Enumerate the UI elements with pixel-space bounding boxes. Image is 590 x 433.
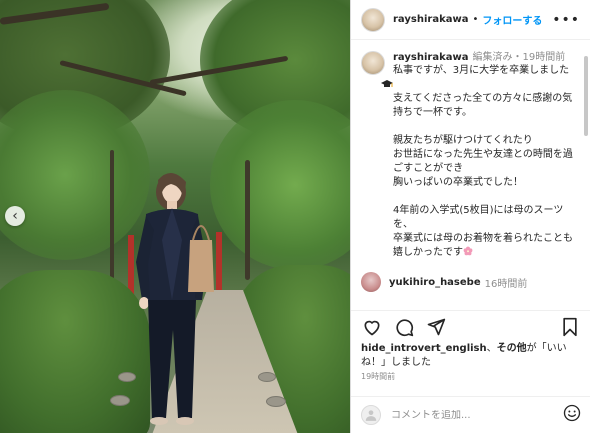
likes-user[interactable]: hide_introvert_english bbox=[361, 343, 487, 354]
comment-button[interactable] bbox=[393, 316, 415, 338]
caption-username[interactable]: rayshirakawa bbox=[393, 52, 468, 63]
caption-meta: 編集済み・19時間前 bbox=[472, 52, 566, 63]
comment-time: 16時間前 bbox=[484, 278, 528, 290]
emoji-icon bbox=[563, 404, 581, 422]
likes-others[interactable]: その他 bbox=[497, 343, 527, 354]
share-button[interactable] bbox=[425, 316, 447, 338]
more-options-icon[interactable]: ••• bbox=[552, 12, 580, 28]
follow-button[interactable]: フォローする bbox=[482, 12, 542, 27]
post-timestamp[interactable]: 19時間前 bbox=[361, 371, 395, 382]
commenter-avatar bbox=[361, 405, 381, 425]
avatar[interactable] bbox=[361, 7, 385, 32]
caption-header: rayshirakawa 編集済み・19時間前 bbox=[393, 51, 577, 64]
scrollbar[interactable] bbox=[584, 56, 588, 136]
graduation-cap-emoji bbox=[381, 80, 393, 87]
likes-summary: hide_introvert_english、その他が「いいね！」しました bbox=[361, 342, 585, 370]
comment-item: yukihiro_hasebe 16時間前 bbox=[361, 272, 577, 292]
person-figure bbox=[136, 172, 214, 425]
save-button[interactable] bbox=[559, 316, 581, 338]
action-bar bbox=[351, 310, 590, 342]
comment-username[interactable]: yukihiro_hasebe bbox=[389, 277, 481, 288]
cherry-blossom-emoji bbox=[463, 246, 473, 256]
heart-icon bbox=[364, 320, 380, 335]
caption-text-body: 私事ですが、3月に大学を卒業しました 支えてくださった全ての方々に感謝の気持ちで… bbox=[393, 65, 573, 258]
share-icon bbox=[427, 318, 446, 335]
comment-icon bbox=[396, 318, 414, 336]
comment-composer bbox=[351, 396, 590, 433]
likes-joiner: 、 bbox=[486, 343, 497, 354]
caption-text: 私事ですが、3月に大学を卒業しました 支えてくださった全ての方々に感謝の気持ちで… bbox=[393, 64, 577, 260]
user-icon bbox=[365, 410, 377, 421]
avatar[interactable] bbox=[361, 272, 381, 292]
comment-input[interactable] bbox=[391, 409, 563, 421]
bookmark-icon bbox=[563, 317, 577, 336]
post-header: rayshirakawa • フォローする ••• bbox=[351, 0, 590, 40]
post-photo[interactable]: ‹ bbox=[0, 0, 350, 433]
avatar[interactable] bbox=[361, 51, 385, 75]
caption-body: rayshirakawa 編集済み・19時間前 私事ですが、3月に大学を卒業しまし… bbox=[393, 51, 577, 260]
separator-dot: • bbox=[472, 14, 479, 25]
header-username[interactable]: rayshirakawa bbox=[393, 14, 468, 25]
caption: rayshirakawa 編集済み・19時間前 私事ですが、3月に大学を卒業しまし… bbox=[361, 51, 577, 260]
post-sidebar: rayshirakawa • フォローする ••• rayshirakawa 編集… bbox=[350, 0, 590, 433]
like-button[interactable] bbox=[361, 316, 383, 338]
previous-photo-button[interactable]: ‹ bbox=[5, 206, 25, 226]
emoji-button[interactable] bbox=[563, 404, 581, 426]
